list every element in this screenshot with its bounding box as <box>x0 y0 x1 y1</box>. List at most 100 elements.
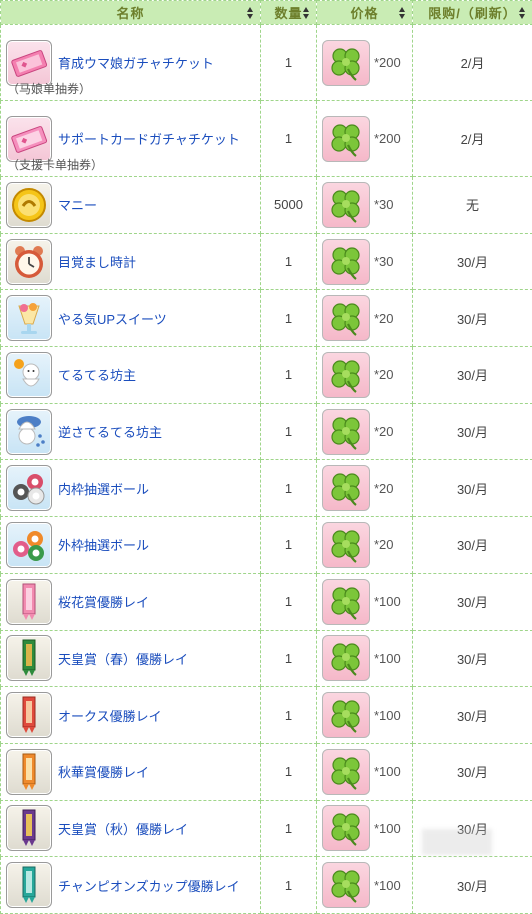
table-row: サポートカードガチャチケット（支援卡单抽券）1*2002/月 <box>1 101 532 177</box>
item-limit: 30/月 <box>413 800 532 857</box>
teal-sash-icon <box>6 862 52 908</box>
item-name-link[interactable]: サポートカードガチャチケット <box>58 129 240 148</box>
item-price-cell: *100 <box>317 630 413 687</box>
item-name-link[interactable]: マニー <box>58 195 97 214</box>
red-sash-icon <box>6 692 52 738</box>
item-quantity: 1 <box>261 25 317 101</box>
clover-icon <box>322 239 370 285</box>
alarm-clock-icon <box>6 239 52 285</box>
column-header-limit[interactable]: 限购/（刷新） <box>413 1 532 25</box>
item-name-cell: チャンピオンズカップ優勝レイ <box>1 857 261 914</box>
item-price: *200 <box>374 131 401 146</box>
item-quantity: 1 <box>261 687 317 744</box>
item-quantity: 1 <box>261 800 317 857</box>
item-name-cell: 内枠抽選ボール <box>1 460 261 517</box>
sort-arrows-icon[interactable] <box>303 7 310 19</box>
column-header-price[interactable]: 价格 <box>317 1 413 25</box>
item-limit: 30/月 <box>413 573 532 630</box>
clover-icon <box>322 749 370 795</box>
table-row: 外枠抽選ボール1*2030/月 <box>1 517 532 574</box>
item-name-link[interactable]: 天皇賞（秋）優勝レイ <box>58 819 188 838</box>
item-name-link[interactable]: 外枠抽選ボール <box>58 535 149 554</box>
clover-icon <box>322 522 370 568</box>
sort-arrows-icon[interactable] <box>519 7 526 19</box>
item-limit: 30/月 <box>413 290 532 347</box>
item-quantity: 1 <box>261 573 317 630</box>
item-name-cell: やる気UPスイーツ <box>1 290 261 347</box>
item-name-cell: 天皇賞（秋）優勝レイ <box>1 800 261 857</box>
table-row: てるてる坊主1*2030/月 <box>1 347 532 404</box>
item-quantity: 1 <box>261 347 317 404</box>
sunny-doll-icon <box>6 352 52 398</box>
column-header-name[interactable]: 名称 <box>1 1 261 25</box>
table-row: チャンピオンズカップ優勝レイ 1 *100 30/月 <box>1 857 532 914</box>
item-name-link[interactable]: 育成ウマ娘ガチャチケット <box>58 53 214 72</box>
item-price-cell: *20 <box>317 517 413 574</box>
header-qty-label: 数量 <box>274 6 302 21</box>
clover-icon <box>322 692 370 738</box>
table-row: やる気UPスイーツ1*2030/月 <box>1 290 532 347</box>
inner-lottery-balls-icon <box>6 465 52 511</box>
money-coin-icon <box>6 182 52 228</box>
item-name-cell: 逆さてるてる坊主 <box>1 403 261 460</box>
item-limit: 2/月 <box>413 101 532 177</box>
purple-sash-icon <box>6 805 52 851</box>
item-price: *100 <box>374 764 401 779</box>
item-price: *100 <box>374 878 401 893</box>
item-name-cell: オークス優勝レイ <box>1 687 261 744</box>
item-price: *30 <box>374 254 394 269</box>
item-name-cell: マニー <box>1 177 261 234</box>
item-limit: 30/月 <box>413 857 532 914</box>
clover-icon <box>322 116 370 162</box>
column-header-qty[interactable]: 数量 <box>261 1 317 25</box>
clover-icon <box>322 465 370 511</box>
shop-table: 名称 数量 价格 限购/（刷新） 育成ウマ娘ガチャチケット（马娘单抽券）1*20… <box>0 0 532 914</box>
item-price: *20 <box>374 367 394 382</box>
header-price-label: 价格 <box>350 6 378 21</box>
clover-icon <box>322 352 370 398</box>
item-quantity: 1 <box>261 460 317 517</box>
item-price-cell: *20 <box>317 460 413 517</box>
item-limit: 30/月 <box>413 630 532 687</box>
item-limit: 30/月 <box>413 743 532 800</box>
item-name-cell: てるてる坊主 <box>1 347 261 404</box>
item-price: *100 <box>374 594 401 609</box>
header-name-label: 名称 <box>116 6 144 21</box>
item-subtitle: （马娘单抽券） <box>7 80 91 97</box>
item-name-link[interactable]: てるてる坊主 <box>58 365 136 384</box>
item-price: *20 <box>374 311 394 326</box>
item-name-link[interactable]: 逆さてるてる坊主 <box>58 422 162 441</box>
item-name-link[interactable]: やる気UPスイーツ <box>58 309 167 328</box>
table-row: マニー5000*30无 <box>1 177 532 234</box>
item-price-cell: *200 <box>317 25 413 101</box>
item-name-cell: 育成ウマ娘ガチャチケット （马娘单抽券） <box>1 25 261 101</box>
item-quantity: 1 <box>261 743 317 800</box>
item-name-link[interactable]: 天皇賞（春）優勝レイ <box>58 649 188 668</box>
item-name-link[interactable]: 内枠抽選ボール <box>58 479 149 498</box>
item-price: *100 <box>374 708 401 723</box>
item-limit: 30/月 <box>413 517 532 574</box>
item-name-link[interactable]: 秋華賞優勝レイ <box>58 762 149 781</box>
item-name-link[interactable]: チャンピオンズカップ優勝レイ <box>58 876 240 895</box>
clover-icon <box>322 40 370 86</box>
item-name-cell: 天皇賞（春）優勝レイ <box>1 630 261 687</box>
item-name-link[interactable]: 桜花賞優勝レイ <box>58 592 149 611</box>
table-row: オークス優勝レイ1*10030/月 <box>1 687 532 744</box>
item-price-cell: *100 <box>317 573 413 630</box>
table-row: 天皇賞（秋）優勝レイ 1 *100 30/月 <box>1 800 532 857</box>
item-name-cell: 秋華賞優勝レイ <box>1 743 261 800</box>
sort-arrows-icon[interactable] <box>247 7 254 19</box>
item-name-link[interactable]: 目覚まし時計 <box>58 252 136 271</box>
clover-icon <box>322 862 370 908</box>
item-price: *30 <box>374 197 394 212</box>
sort-arrows-icon[interactable] <box>399 7 406 19</box>
item-quantity: 5000 <box>261 177 317 234</box>
item-name-link[interactable]: オークス優勝レイ <box>58 706 162 725</box>
item-price-cell: *200 <box>317 101 413 177</box>
item-price: *100 <box>374 821 401 836</box>
item-quantity: 1 <box>261 857 317 914</box>
clover-icon <box>322 295 370 341</box>
item-quantity: 1 <box>261 403 317 460</box>
table-row: 天皇賞（春）優勝レイ1*10030/月 <box>1 630 532 687</box>
table-header-row: 名称 数量 价格 限购/（刷新） <box>1 1 532 25</box>
